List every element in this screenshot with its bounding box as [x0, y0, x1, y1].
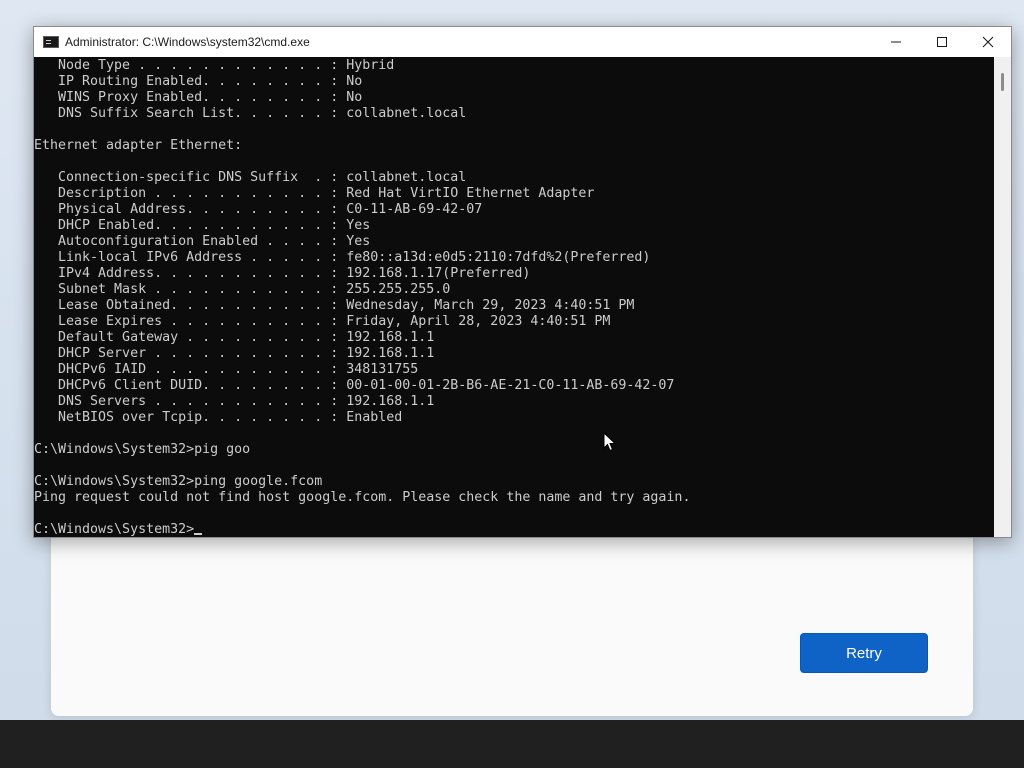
console-line: Node Type . . . . . . . . . . . . : Hybr…	[34, 58, 395, 73]
vertical-scrollbar[interactable]	[994, 57, 1011, 537]
console-line: C:\Windows\System32>ping google.fcom	[34, 474, 323, 489]
console-line: DNS Servers . . . . . . . . . . . : 192.…	[34, 394, 435, 409]
console-line: DHCPv6 Client DUID. . . . . . . . : 00-0…	[34, 378, 675, 393]
console-line: DHCP Enabled. . . . . . . . . . . : Yes	[34, 218, 371, 233]
text-cursor	[194, 533, 203, 535]
maximize-icon	[937, 37, 947, 47]
console-line: Connection-specific DNS Suffix . : colla…	[34, 170, 467, 185]
console-line: Description . . . . . . . . . . . : Red …	[34, 186, 595, 201]
console-line: DNS Suffix Search List. . . . . . : coll…	[34, 106, 467, 121]
scroll-thumb[interactable]	[1001, 73, 1004, 91]
window-title: Administrator: C:\Windows\system32\cmd.e…	[65, 35, 310, 49]
console-line: C:\Windows\System32>	[34, 522, 690, 537]
cmd-window: Administrator: C:\Windows\system32\cmd.e…	[33, 26, 1012, 538]
console-line: IP Routing Enabled. . . . . . . . : No	[34, 74, 363, 89]
maximize-button[interactable]	[919, 27, 965, 57]
console-line: IPv4 Address. . . . . . . . . . . : 192.…	[34, 266, 531, 281]
console-line: DHCP Server . . . . . . . . . . . : 192.…	[34, 346, 435, 361]
console-line: Ethernet adapter Ethernet:	[34, 138, 243, 153]
console-line: Ping request could not find host google.…	[34, 490, 691, 505]
console-line: C:\Windows\System32>pig goo	[34, 442, 251, 457]
console-line: Lease Expires . . . . . . . . . . : Frid…	[34, 314, 611, 329]
console-line: WINS Proxy Enabled. . . . . . . . : No	[34, 90, 363, 105]
console-line: Default Gateway . . . . . . . . . : 192.…	[34, 330, 435, 345]
close-icon	[982, 36, 994, 48]
mouse-pointer-icon	[603, 432, 617, 452]
taskbar	[0, 720, 1024, 768]
title-bar[interactable]: Administrator: C:\Windows\system32\cmd.e…	[34, 27, 1011, 57]
close-button[interactable]	[965, 27, 1011, 57]
minimize-icon	[891, 41, 901, 43]
console-line: DHCPv6 IAID . . . . . . . . . . . : 3481…	[34, 362, 419, 377]
console-output[interactable]: Node Type . . . . . . . . . . . . : Hybr…	[34, 57, 995, 537]
console-line: Lease Obtained. . . . . . . . . . : Wedn…	[34, 298, 635, 313]
console-text: Node Type . . . . . . . . . . . . : Hybr…	[34, 58, 690, 537]
console-line: Subnet Mask . . . . . . . . . . . : 255.…	[34, 282, 451, 297]
console-line: Autoconfiguration Enabled . . . . : Yes	[34, 234, 371, 249]
retry-button[interactable]: Retry	[800, 633, 928, 673]
minimize-button[interactable]	[873, 27, 919, 57]
console-line: NetBIOS over Tcpip. . . . . . . . : Enab…	[34, 410, 403, 425]
setup-dialog-footer	[51, 516, 973, 716]
cmd-icon[interactable]	[43, 36, 59, 48]
window-controls	[873, 27, 1011, 57]
console-line: Physical Address. . . . . . . . . : C0-1…	[34, 202, 483, 217]
console-line: Link-local IPv6 Address . . . . . : fe80…	[34, 250, 651, 265]
